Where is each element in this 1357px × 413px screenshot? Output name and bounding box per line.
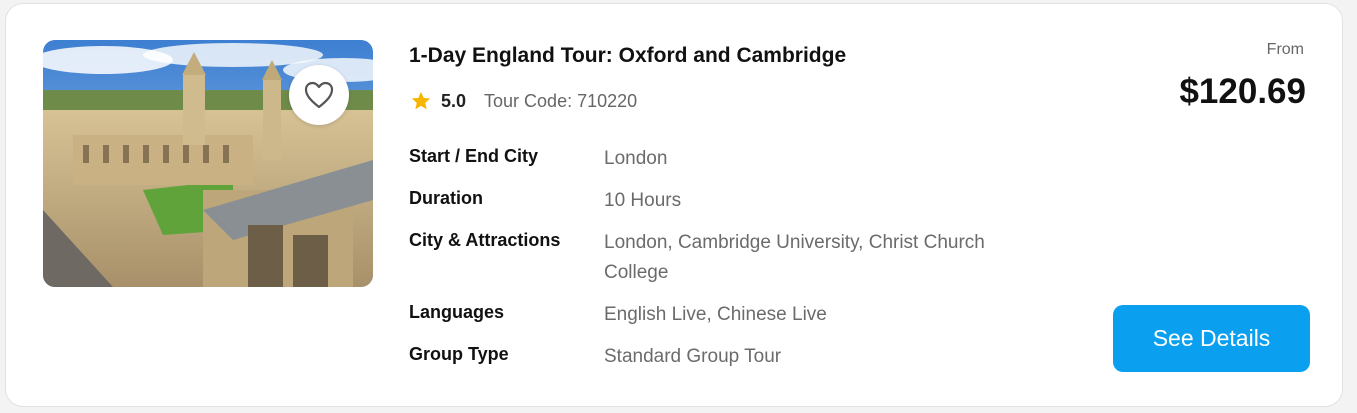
detail-value: London, Cambridge University, Christ Chu… [604, 232, 985, 283]
detail-value: Standard Group Tour [604, 346, 782, 367]
tour-code-value: 710220 [577, 90, 638, 111]
rating-row: 5.0 Tour Code: 710220 [410, 90, 637, 112]
detail-label: Group Type [409, 344, 509, 364]
detail-row-group-type: Group Type Standard Group Tour [409, 342, 1049, 372]
detail-label: City & Attractions [409, 230, 561, 250]
price: $120.69 [1179, 72, 1306, 111]
heart-icon [304, 81, 334, 109]
detail-row-start-end-city: Start / End City London [409, 144, 1049, 174]
detail-row-city-attractions: City & Attractions London, Cambridge Uni… [409, 228, 1049, 288]
favorite-button[interactable] [289, 65, 349, 125]
tour-details: Start / End City London Duration 10 Hour… [409, 144, 1049, 384]
detail-value: London [604, 148, 668, 169]
detail-value: English Live, Chinese Live [604, 304, 827, 325]
star-icon [411, 91, 431, 110]
tour-code-label: Tour Code: [484, 90, 573, 111]
detail-label: Start / End City [409, 146, 539, 166]
price-from-label: From [1266, 41, 1304, 58]
rating-value: 5.0 [441, 90, 467, 111]
see-details-button[interactable]: See Details [1113, 305, 1310, 372]
detail-label: Languages [409, 302, 505, 322]
tour-code: Tour Code: 710220 [484, 91, 637, 112]
tour-title[interactable]: 1-Day England Tour: Oxford and Cambridge [409, 44, 846, 68]
detail-label: Duration [409, 188, 483, 208]
tour-card: 1-Day England Tour: Oxford and Cambridge… [5, 3, 1343, 407]
detail-value: 10 Hours [604, 190, 682, 211]
detail-row-languages: Languages English Live, Chinese Live [409, 300, 1049, 330]
detail-row-duration: Duration 10 Hours [409, 186, 1049, 216]
tour-photo[interactable] [43, 40, 373, 287]
